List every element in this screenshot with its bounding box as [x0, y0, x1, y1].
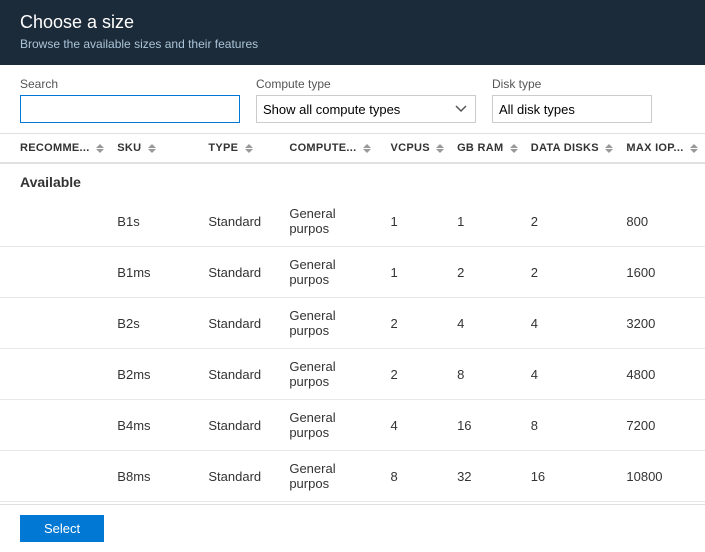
select-button[interactable]: Select	[20, 515, 104, 542]
cell-gbram: 2	[451, 247, 525, 298]
sort-icon-sku	[148, 144, 156, 153]
sort-icon-compute	[363, 144, 371, 153]
disk-label: Disk type	[492, 77, 652, 91]
page-subtitle: Browse the available sizes and their fea…	[20, 37, 685, 51]
cell-compute: General purpos	[283, 349, 384, 400]
cell-recommended	[0, 349, 111, 400]
table-row[interactable]: B2msStandardGeneral purpos2844800	[0, 349, 705, 400]
sort-icon-recommended	[96, 144, 104, 153]
cell-maxiops: 1600	[620, 247, 705, 298]
col-header-vcpus[interactable]: VCPUS	[385, 134, 452, 163]
cell-recommended	[0, 298, 111, 349]
sort-icon-vcpus	[436, 144, 444, 153]
cell-maxiops: 7200	[620, 400, 705, 451]
table-row[interactable]: B1msStandardGeneral purpos1221600	[0, 247, 705, 298]
cell-vcpus: 4	[385, 400, 452, 451]
cell-datadisks: 8	[525, 400, 621, 451]
cell-gbram: 16	[451, 400, 525, 451]
search-group: Search	[20, 77, 240, 123]
table-row[interactable]: B4msStandardGeneral purpos41687200	[0, 400, 705, 451]
table-row[interactable]: B1sStandardGeneral purpos112800	[0, 196, 705, 247]
cell-maxiops: 800	[620, 196, 705, 247]
col-header-maxiops[interactable]: MAX IOP...	[620, 134, 705, 163]
cell-vcpus: 1	[385, 196, 452, 247]
cell-recommended	[0, 451, 111, 502]
cell-vcpus: 1	[385, 247, 452, 298]
cell-maxiops: 10800	[620, 451, 705, 502]
header: Choose a size Browse the available sizes…	[0, 0, 705, 65]
sizes-table: RECOMME... SKU TYPE	[0, 134, 705, 504]
cell-datadisks: 4	[525, 298, 621, 349]
cell-vcpus: 2	[385, 298, 452, 349]
table-header-row: RECOMME... SKU TYPE	[0, 134, 705, 163]
cell-compute: General purpos	[283, 196, 384, 247]
cell-recommended	[0, 247, 111, 298]
cell-vcpus: 8	[385, 451, 452, 502]
cell-gbram: 8	[451, 349, 525, 400]
cell-datadisks: 4	[525, 349, 621, 400]
col-header-type[interactable]: TYPE	[202, 134, 283, 163]
cell-datadisks: 2	[525, 247, 621, 298]
compute-group: Compute type Show all compute types	[256, 77, 476, 123]
cell-datadisks: 16	[525, 451, 621, 502]
cell-recommended	[0, 400, 111, 451]
cell-type: Standard	[202, 349, 283, 400]
cell-vcpus: 2	[385, 349, 452, 400]
cell-compute: General purpos	[283, 451, 384, 502]
cell-compute: General purpos	[283, 400, 384, 451]
sort-icon-datadisks	[605, 144, 613, 153]
table-container: RECOMME... SKU TYPE	[0, 134, 705, 504]
col-header-gbram[interactable]: GB RAM	[451, 134, 525, 163]
cell-compute: General purpos	[283, 247, 384, 298]
col-header-recommended[interactable]: RECOMME...	[0, 134, 111, 163]
cell-maxiops: 3200	[620, 298, 705, 349]
cell-type: Standard	[202, 196, 283, 247]
disk-group: Disk type All disk types	[492, 77, 652, 123]
compute-label: Compute type	[256, 77, 476, 91]
cell-sku: B4ms	[111, 400, 202, 451]
table-row[interactable]: B2sStandardGeneral purpos2443200	[0, 298, 705, 349]
cell-recommended	[0, 196, 111, 247]
page-title: Choose a size	[20, 12, 685, 33]
sort-icon-gbram	[510, 144, 518, 153]
col-header-compute[interactable]: COMPUTE...	[283, 134, 384, 163]
compute-select[interactable]: Show all compute types	[256, 95, 476, 123]
cell-gbram: 4	[451, 298, 525, 349]
cell-sku: B1ms	[111, 247, 202, 298]
cell-type: Standard	[202, 298, 283, 349]
sort-icon-maxiops	[690, 144, 698, 153]
col-header-sku[interactable]: SKU	[111, 134, 202, 163]
table-row[interactable]: B8msStandardGeneral purpos8321610800	[0, 451, 705, 502]
section-header-available: Available	[0, 163, 705, 196]
search-label: Search	[20, 77, 240, 91]
cell-sku: B2s	[111, 298, 202, 349]
filters-bar: Search Compute type Show all compute typ…	[0, 65, 705, 134]
col-header-datadisks[interactable]: DATA DISKS	[525, 134, 621, 163]
cell-gbram: 1	[451, 196, 525, 247]
cell-gbram: 32	[451, 451, 525, 502]
disk-select[interactable]: All disk types	[492, 95, 652, 123]
cell-sku: B8ms	[111, 451, 202, 502]
cell-type: Standard	[202, 451, 283, 502]
cell-sku: B2ms	[111, 349, 202, 400]
cell-datadisks: 2	[525, 196, 621, 247]
cell-maxiops: 4800	[620, 349, 705, 400]
sort-icon-type	[245, 144, 253, 153]
cell-sku: B1s	[111, 196, 202, 247]
cell-type: Standard	[202, 247, 283, 298]
cell-compute: General purpos	[283, 298, 384, 349]
cell-type: Standard	[202, 400, 283, 451]
footer: Select	[0, 504, 705, 552]
search-input[interactable]	[20, 95, 240, 123]
